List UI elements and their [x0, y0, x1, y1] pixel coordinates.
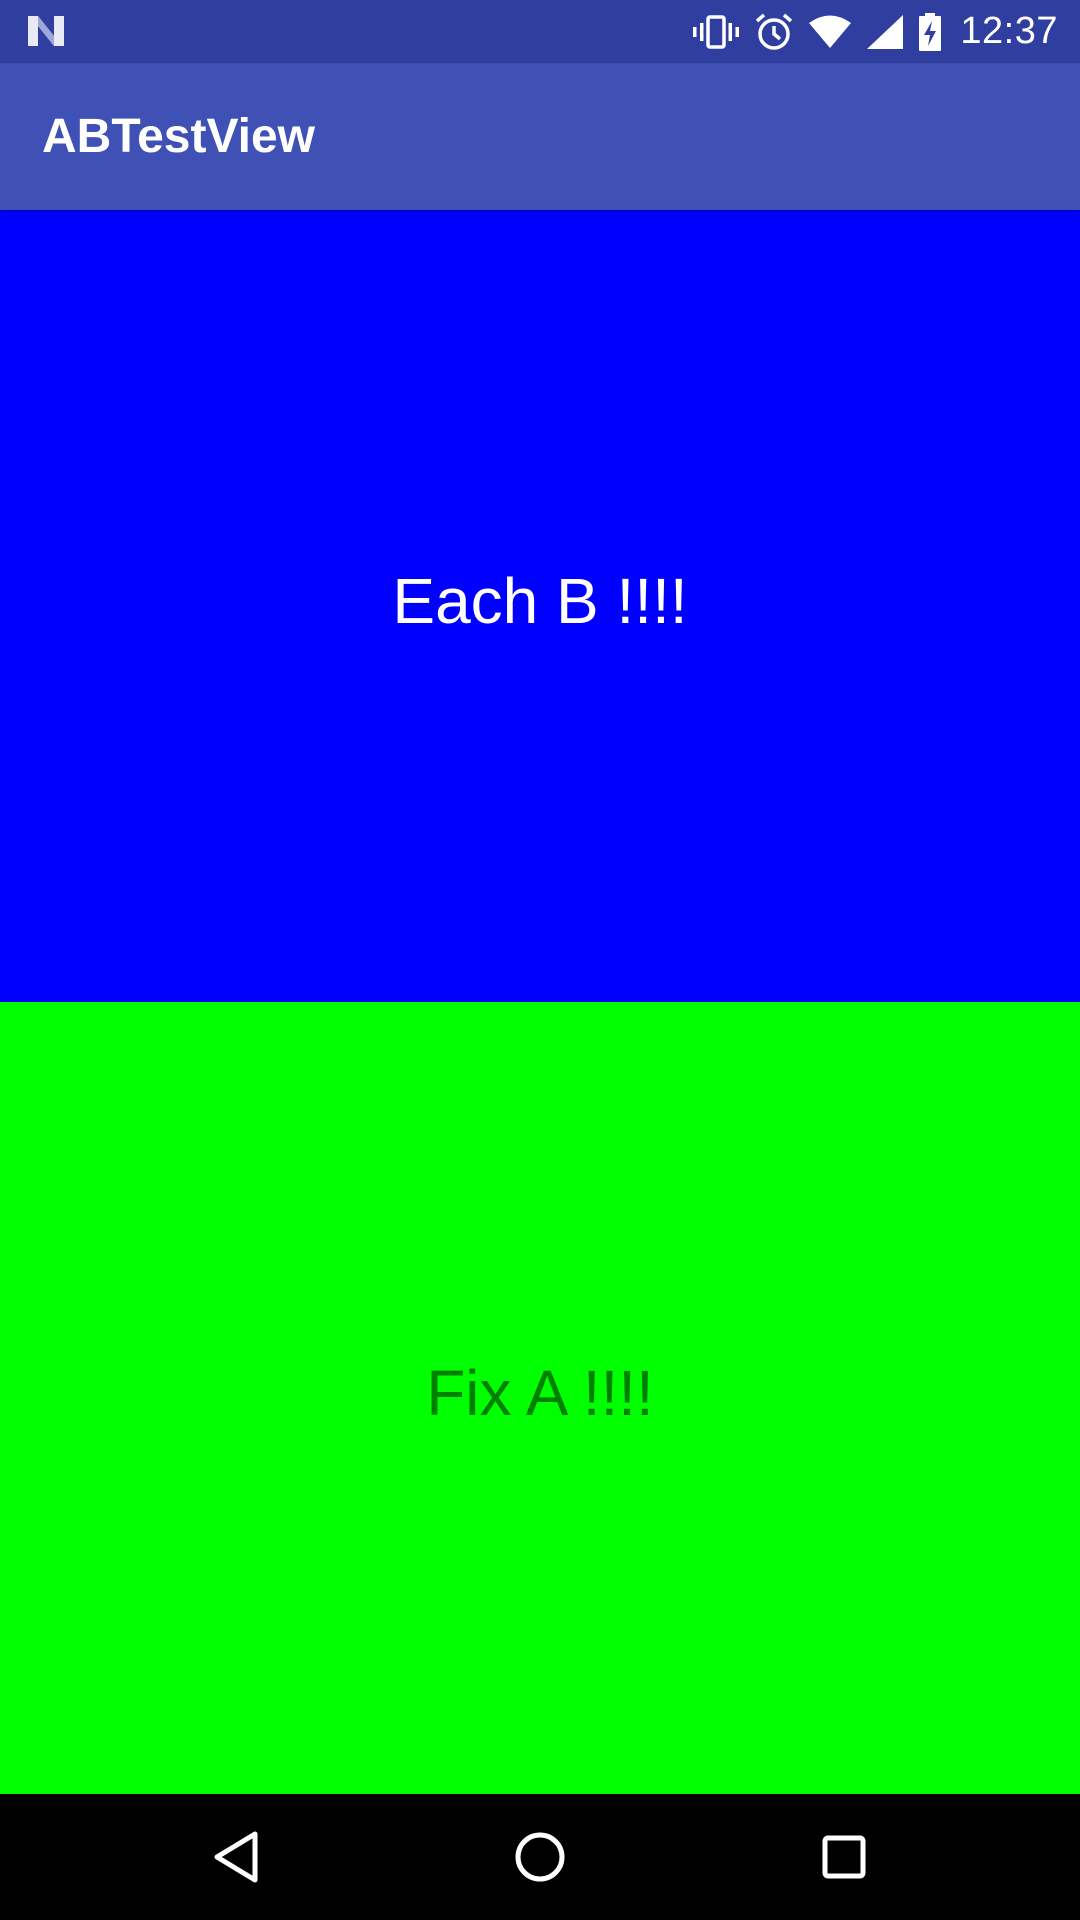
signal-icon — [866, 14, 904, 50]
navigation-bar — [0, 1794, 1080, 1920]
recent-apps-button[interactable] — [774, 1794, 914, 1920]
phone-screen: 12:37 ABTestView Each B !!!! Fix A !!!! — [0, 0, 1080, 1920]
app-title: ABTestView — [42, 110, 315, 163]
battery-charging-icon — [918, 12, 942, 52]
vibrate-icon — [692, 14, 740, 50]
recent-apps-icon — [822, 1835, 866, 1879]
view-a-label: Fix A !!!! — [426, 1357, 654, 1429]
view-a-panel[interactable]: Fix A !!!! — [0, 1002, 1080, 1794]
view-b-label: Each B !!!! — [392, 565, 688, 637]
back-icon — [214, 1831, 258, 1883]
status-bar: 12:37 — [0, 0, 1080, 63]
notification-n-icon — [28, 16, 64, 46]
home-button[interactable] — [470, 1794, 610, 1920]
status-icons: 12:37 — [692, 0, 1058, 63]
home-icon — [515, 1832, 565, 1882]
wifi-icon — [808, 14, 852, 50]
alarm-icon — [754, 12, 794, 52]
status-time: 12:37 — [960, 10, 1058, 52]
back-button[interactable] — [166, 1794, 306, 1920]
view-b-panel[interactable]: Each B !!!! — [0, 210, 1080, 1002]
app-bar: ABTestView — [0, 63, 1080, 210]
